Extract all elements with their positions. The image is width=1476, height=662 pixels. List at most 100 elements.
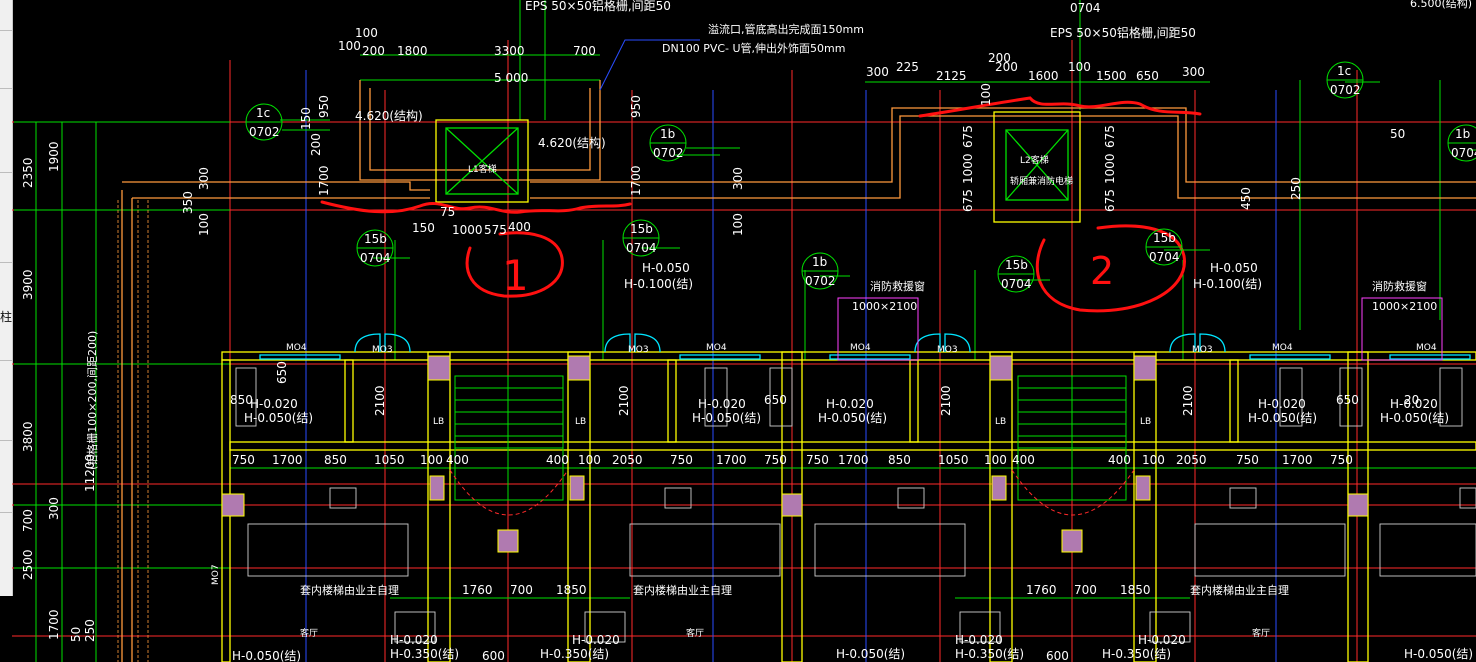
stair-note-mid: 套内楼梯由业主自理 (633, 583, 732, 597)
dim-vertical: 950 (629, 95, 643, 118)
cad-floor-plan[interactable]: 1 2 1c 0702 1b 0702 15b 0704 15b 0704 1b… (0, 0, 1476, 662)
elev-h050s-c: H-0.050(结) (818, 411, 887, 425)
dim-side-left: 3800 (21, 421, 35, 452)
dim-lift-right: 675 (1103, 125, 1117, 148)
callout-sheet: 0704 (626, 241, 657, 255)
dim-side-left: 250 (83, 619, 97, 642)
dim-row-right: 1050 (938, 453, 969, 467)
door-tag-mo3-a: MO3 (372, 345, 393, 355)
dim-top-right: 100 (1068, 60, 1091, 74)
dim-small: 650 (1336, 393, 1359, 407)
fire-rescue-window-right: 消防救援窗 (1372, 279, 1427, 293)
lift-2-label: L2客梯 (1020, 154, 1049, 166)
living-room-right: 客厅 (1252, 627, 1270, 639)
callout-15b-b: 15b 0704 (622, 219, 660, 257)
dim-bottom: 1850 (1120, 583, 1151, 597)
dim-row-right: 400 (1012, 453, 1035, 467)
living-room-mid: 客厅 (686, 627, 704, 639)
dim-row-left: 750 (764, 453, 787, 467)
callout-1b-mid: 1b 0702 (801, 252, 839, 290)
dim-top-right: 1500 (1096, 69, 1127, 83)
dimension-lines (14, 0, 1476, 662)
dim-small: 250 (1289, 177, 1303, 200)
elev-struct-left: 4.620(结构) (355, 108, 423, 123)
door-tag-mo4-a: MO4 (286, 343, 307, 353)
fire-window-size-left: 1000×2100 (852, 300, 917, 313)
elev-h020-a: H-0.020 (250, 397, 298, 411)
callout-sheet: 0704 (1149, 250, 1180, 264)
elev-h020-b: H-0.020 (698, 397, 746, 411)
dim-small: 450 (1239, 187, 1253, 210)
callout-sheet: 0704 (360, 251, 391, 265)
dim-row-left: 750 (232, 453, 255, 467)
callout-number: 1b (660, 127, 675, 141)
elev-h050s-d: H-0.050(结) (1248, 411, 1317, 425)
dim-vertical: 2100 (373, 385, 387, 416)
callout-sheet: 0704 (1451, 146, 1476, 160)
callout-1c-right: 1c 0702 (1326, 61, 1364, 99)
sheet-number-top: 0704 (1070, 1, 1101, 15)
dim-row-left: 1050 (374, 453, 405, 467)
lift-2-sublabel: 轿厢兼消防电梯 (1010, 175, 1073, 187)
callout-sheet: 0702 (805, 274, 836, 288)
dim-small: 50 (1390, 127, 1405, 141)
dim-row-right: 1700 (838, 453, 869, 467)
elev-h050s-b: H-0.050(结) (692, 411, 761, 425)
dim-vertical: 300 (731, 167, 745, 190)
callout-1b-right: 1b 0704 (1447, 124, 1476, 162)
dim-lift-left: 150 (412, 221, 435, 235)
stair-note-right: 套内楼梯由业主自理 (1190, 583, 1289, 597)
callout-sheet: 0704 (1001, 277, 1032, 291)
dim-vertical: 2100 (1181, 385, 1195, 416)
dim-top-right: 300 (866, 65, 889, 79)
stair-note-left: 套内楼梯由业主自理 (300, 583, 399, 597)
dim-vertical: 350 (181, 191, 195, 214)
dim-row-left: 400 (546, 453, 569, 467)
dim-lift-left: 1000 (452, 223, 483, 237)
dim-vertical: 2100 (617, 385, 631, 416)
dim-small: 850 (230, 393, 253, 407)
dim-top-right: 1600 (1028, 69, 1059, 83)
callout-15b-d: 15b 0704 (1145, 228, 1183, 266)
callout-sheet: 0702 (653, 146, 684, 160)
elev-h100s-a: H-0.100(结) (624, 277, 693, 291)
callout-number: 15b (364, 232, 387, 246)
dim-bottom: 1850 (556, 583, 587, 597)
elev-struct-mid: 4.620(结构) (538, 135, 606, 150)
elev-h350s-b: H-0.350(结) (540, 647, 609, 661)
door-tag-mo3-b: MO3 (628, 345, 649, 355)
elev-h050s-h: H-0.050(结) (1404, 647, 1473, 661)
dim-row-right: 750 (806, 453, 829, 467)
dim-lift-left: 400 (508, 220, 531, 234)
dim-vertical: 1700 (317, 165, 331, 196)
dim-vertical: 100 (731, 213, 745, 236)
elev-h050s-e: H-0.050(结) (1380, 411, 1449, 425)
callout-15b-c: 15b 0704 (997, 255, 1035, 293)
elev-h020-i: H-0.020 (1138, 633, 1186, 647)
dim-side-left: 2500 (21, 549, 35, 580)
dim-lift-right: 1000 (961, 153, 975, 184)
dim-top-left: 3300 (494, 44, 525, 58)
callout-sheet: 0702 (249, 125, 280, 139)
dim-vertical: 100 (197, 213, 211, 236)
dim-bottom: 1760 (1026, 583, 1057, 597)
elev-h020-g: H-0.020 (572, 633, 620, 647)
dim-top-left: 200 (362, 44, 385, 58)
dim-top-right: 2125 (936, 69, 967, 83)
dim-row-left: 850 (324, 453, 347, 467)
dim-lift-left: 75 (440, 205, 455, 219)
callout-number: 1b (1455, 127, 1470, 141)
dim-bottom: 1760 (462, 583, 493, 597)
door-tag-mo3-c: MO3 (937, 345, 958, 355)
door-tag-lb-b: LB (575, 417, 586, 427)
dim-side-left: 2350 (21, 157, 35, 188)
dim-row-right: 400 (1108, 453, 1131, 467)
dim-small: 650 (764, 393, 787, 407)
dim-row-right: 750 (1236, 453, 1259, 467)
overflow-note-line2: DN100 PVC- U管,伸出外饰面50mm (662, 41, 845, 55)
lift-shafts (435, 111, 1081, 223)
grille-vertical-note: (铝格栅100×200,间距200) (85, 331, 99, 470)
dim-row-right: 750 (1330, 453, 1353, 467)
dim-top-right: 650 (1136, 69, 1159, 83)
callout-1b-left: 1b 0702 (649, 124, 687, 162)
